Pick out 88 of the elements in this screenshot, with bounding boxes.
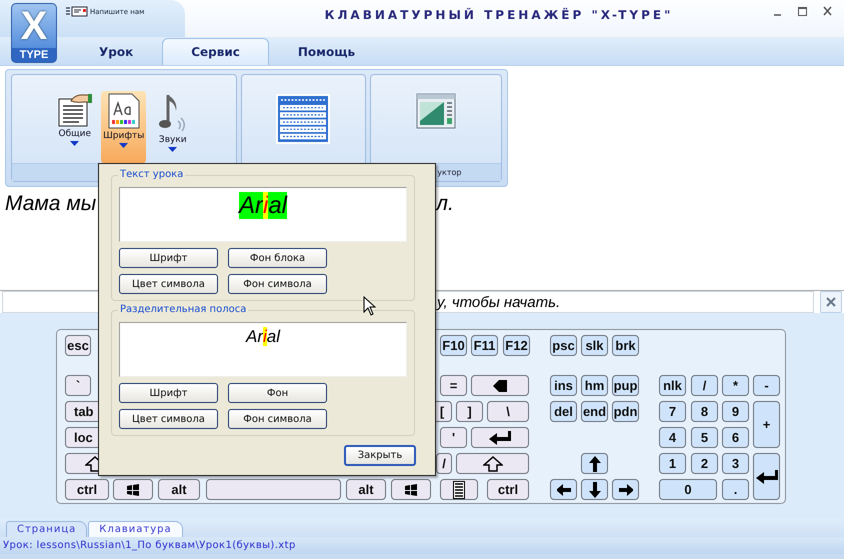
keyboard-key: 6	[722, 427, 749, 448]
keyboard-key: ctrl	[487, 479, 529, 500]
keyboard-key: =	[440, 375, 467, 396]
keyboard-key: 4	[659, 427, 686, 448]
keyboard-key: ins	[550, 375, 577, 396]
keyboard-key: /	[691, 375, 718, 396]
close-prompt-button[interactable]	[820, 291, 842, 313]
keyboard-key: 7	[659, 401, 686, 422]
ribbon-item[interactable]: Общие	[52, 91, 98, 163]
keyboard-key: end	[581, 401, 608, 422]
window-title: КЛАВИАТУРНЫЙ ТРЕНАЖЁР "X-TYPE"	[324, 6, 674, 24]
window-preview-icon	[416, 93, 456, 129]
keyboard-key: nlk	[659, 375, 686, 396]
keyboard-key: 8	[691, 401, 718, 422]
lesson-text: л.	[436, 192, 454, 216]
dropdown-arrow-icon	[168, 147, 178, 152]
keyboard-key: slk	[581, 335, 608, 356]
keyboard-key: 5	[691, 427, 718, 448]
font-page-icon	[108, 93, 140, 129]
music-note-icon	[158, 93, 188, 133]
keyboard-key: +	[753, 401, 780, 448]
dialog-button[interactable]: Фон символа	[228, 409, 327, 429]
keyboard-key: 3	[722, 453, 749, 474]
keyboard-key: -	[753, 375, 780, 396]
keyboard-key: \	[487, 401, 529, 422]
backspace-icon	[492, 378, 508, 392]
keyboard-key: brk	[612, 335, 639, 356]
keyboard-key: del	[550, 401, 577, 422]
dropdown-arrow-icon	[119, 143, 128, 148]
table-icon	[275, 93, 332, 145]
dropdown-arrow-icon	[70, 141, 80, 146]
keyboard-key: 9	[722, 401, 749, 422]
keyboard-key: /	[436, 453, 452, 474]
keyboard-key: `	[65, 375, 91, 396]
shift-icon	[482, 456, 502, 472]
ribbon-item[interactable]: Звуки	[150, 91, 196, 163]
dialog-button[interactable]: Цвет символа	[119, 409, 218, 429]
status-text: Урок: lessons\Russian\1_По буквам\Урок1(буквы).xtp	[3, 540, 296, 551]
enter-icon	[488, 430, 512, 446]
keyboard-key: F12	[503, 335, 530, 356]
vertical-arrow-icon	[588, 480, 602, 498]
keyboard-key: ctrl	[65, 479, 109, 500]
dialog-button[interactable]: Фон блока	[228, 248, 327, 268]
keyboard-key: alt	[346, 479, 386, 500]
keyboard-key: 1	[659, 453, 686, 474]
ribbon-tab[interactable]: Сервис	[162, 38, 269, 65]
close-icon[interactable]	[823, 6, 832, 16]
group-title: Текст урока	[118, 169, 186, 180]
group-label: уктор	[436, 168, 462, 177]
enter-icon	[754, 468, 778, 484]
maximize-icon[interactable]	[798, 6, 807, 16]
document-hand-icon	[56, 93, 93, 127]
ribbon-tab[interactable]: Помощь	[270, 38, 382, 65]
dialog-button[interactable]: Фон	[228, 383, 327, 403]
menu-key-icon	[453, 480, 465, 498]
vertical-arrow-icon	[588, 454, 602, 472]
windows-logo-icon	[403, 482, 419, 496]
dialog-button[interactable]: Шрифт	[119, 248, 218, 268]
keyboard-key: pup	[612, 375, 639, 396]
dialog-button[interactable]: Фон символа	[228, 274, 327, 294]
keyboard-key: *	[722, 375, 749, 396]
keyboard-key: alt	[158, 479, 200, 500]
ribbon-item[interactable]: Шрифты	[101, 91, 146, 163]
keyboard-key: F11	[471, 335, 498, 356]
ribbon-tab[interactable]: Урок	[72, 38, 160, 65]
keyboard-key: .	[722, 479, 749, 500]
keyboard-key: esc	[65, 335, 91, 356]
envelope-icon	[66, 6, 88, 17]
keyboard-key: ]	[456, 401, 483, 422]
dialog-button[interactable]: Цвет символа	[119, 274, 218, 294]
app-logo: X TYPE	[11, 3, 57, 63]
keyboard-key: F10	[440, 335, 467, 356]
keyboard-key: 0	[659, 479, 717, 500]
keyboard-key: '	[440, 427, 467, 448]
lesson-text: Мама мы	[5, 192, 96, 216]
keyboard-key: pdn	[612, 401, 639, 422]
group-title: Разделительная полоса	[118, 304, 248, 315]
windows-logo-icon	[125, 482, 141, 496]
dialog-button[interactable]: Шрифт	[119, 383, 218, 403]
close-button[interactable]: Закрыть	[344, 445, 416, 466]
keyboard-key: 2	[691, 453, 718, 474]
close-icon	[826, 297, 836, 307]
keyboard-key: psc	[550, 335, 577, 356]
preview-text: Arial	[246, 327, 280, 347]
keyboard-key: hm	[581, 375, 608, 396]
view-tab[interactable]: Клавиатура	[88, 521, 183, 537]
view-tab[interactable]: Страница	[6, 521, 88, 537]
mouse-pointer-icon	[363, 296, 376, 316]
